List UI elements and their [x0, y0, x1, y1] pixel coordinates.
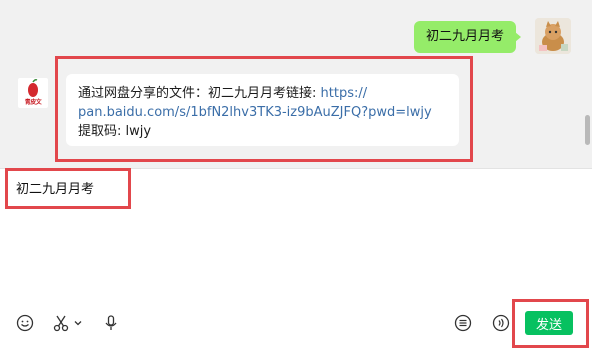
- voice-button[interactable]: [101, 313, 121, 333]
- voice-input-button[interactable]: [491, 313, 511, 333]
- message-line-1: 通过网盘分享的文件：初二九月月考链接: https://: [78, 84, 447, 103]
- share-link-part2[interactable]: pan.baidu.com/s/1bfN2lhv3TK3-iz9bAuZJFQ?…: [78, 103, 447, 122]
- self-message-bubble[interactable]: 初二九月月考: [414, 21, 522, 53]
- chat-history-button[interactable]: [453, 313, 473, 333]
- screenshot-options-button[interactable]: [72, 313, 84, 333]
- self-avatar[interactable]: [535, 18, 571, 54]
- self-message-text: 初二九月月考: [426, 29, 505, 44]
- microphone-icon: [105, 315, 117, 330]
- send-button[interactable]: 发送: [525, 311, 573, 335]
- shared-link-message[interactable]: 通过网盘分享的文件：初二九月月考链接: https:// pan.baidu.c…: [66, 74, 459, 146]
- chevron-down-icon: [74, 321, 82, 326]
- share-link-part1[interactable]: https://: [321, 86, 368, 101]
- chat-scrollbar-thumb[interactable]: [585, 115, 590, 145]
- voice-wave-icon: [492, 314, 510, 332]
- cat-avatar-icon: [535, 18, 571, 54]
- list-icon: [454, 314, 472, 332]
- screenshot-button[interactable]: [51, 313, 71, 333]
- message-prefix: 通过网盘分享的文件：初二九月月考链接:: [78, 86, 321, 101]
- scissors-icon: [53, 315, 69, 332]
- sender-avatar[interactable]: 青皮文: [18, 78, 48, 108]
- extract-code-line: 提取码: lwjy: [78, 124, 152, 139]
- sender-logo-text: 青皮文: [24, 99, 42, 106]
- message-input[interactable]: 初二九月月考: [16, 178, 94, 197]
- emoji-button[interactable]: [15, 313, 35, 333]
- smiley-icon: [16, 314, 34, 332]
